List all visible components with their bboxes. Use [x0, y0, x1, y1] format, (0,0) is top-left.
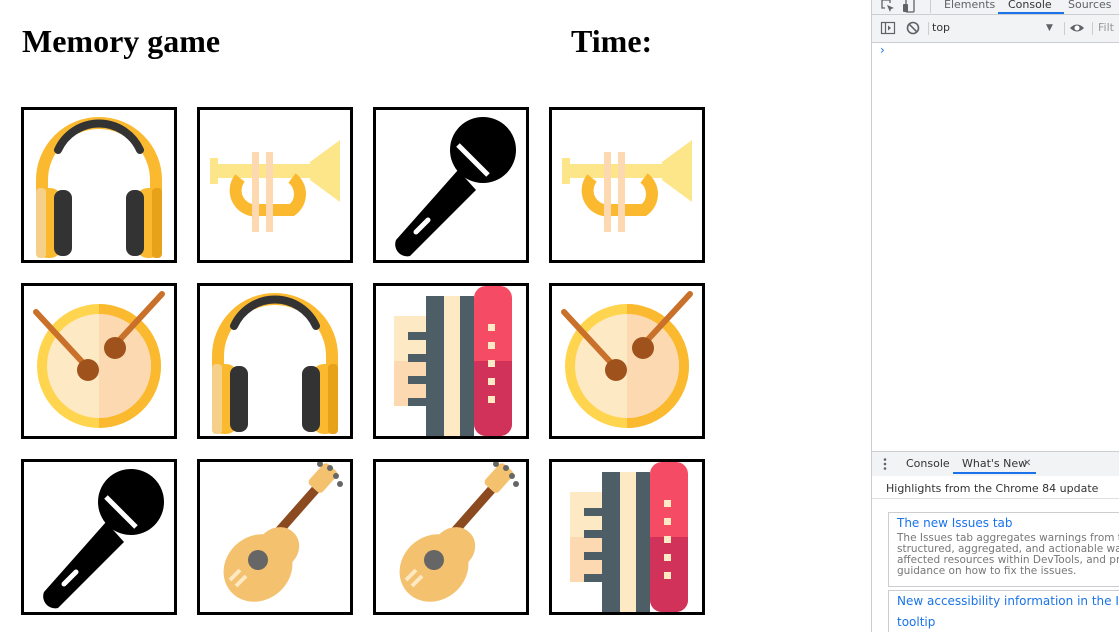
toolbar-divider	[1092, 22, 1093, 35]
guitar-icon	[223, 462, 343, 602]
clear-console-icon[interactable]	[905, 20, 921, 36]
more-options-icon[interactable]	[882, 457, 888, 471]
accordion-icon	[570, 462, 688, 612]
trumpet-icon	[210, 140, 340, 232]
toolbar-divider	[1064, 22, 1065, 35]
memory-card[interactable]	[549, 283, 705, 439]
whats-new-heading: Highlights from the Chrome 84 update	[886, 482, 1099, 495]
headphones-icon	[36, 117, 162, 258]
news-card-accessibility[interactable]: New accessibility information in the Ins…	[888, 590, 1119, 632]
devtools-tabbar: Elements Console Sources	[872, 0, 1119, 15]
microphone-icon	[395, 117, 516, 257]
news-title-continued[interactable]: tooltip	[897, 615, 935, 629]
context-selector-value: top	[932, 21, 951, 34]
drum-icon	[33, 291, 165, 428]
timer-label: Time:	[571, 23, 653, 59]
memory-card[interactable]	[549, 459, 705, 615]
news-description-line: guidance on how to fix the issues.	[897, 565, 1077, 577]
memory-card[interactable]	[197, 459, 353, 615]
drawer-tab-whats-new[interactable]: What's New	[962, 457, 1027, 471]
memory-card[interactable]	[373, 459, 529, 615]
guitar-icon	[399, 462, 519, 602]
inspect-element-icon[interactable]	[880, 0, 896, 14]
news-description: The Issues tab aggregates warnings from …	[897, 533, 1119, 577]
game-page: Memory game Time:	[0, 0, 871, 632]
console-prompt[interactable]: ›	[880, 43, 885, 57]
active-drawer-tab-indicator	[953, 472, 1036, 474]
close-icon[interactable]: ✕	[1023, 457, 1031, 471]
headphones-icon	[212, 293, 338, 434]
memory-card[interactable]	[197, 283, 353, 439]
tab-elements[interactable]: Elements	[944, 0, 995, 12]
memory-card[interactable]	[21, 107, 177, 263]
memory-card[interactable]	[197, 107, 353, 263]
accordion-icon	[394, 286, 512, 436]
memory-card[interactable]	[373, 283, 529, 439]
toolbar-divider	[930, 0, 931, 13]
tab-sources[interactable]: Sources	[1068, 0, 1112, 12]
device-toolbar-icon[interactable]	[902, 0, 918, 14]
tab-console[interactable]: Console	[1008, 0, 1052, 12]
drawer-divider	[872, 498, 1119, 499]
drawer-tabbar: Console What's New ✕	[872, 451, 1119, 477]
memory-card[interactable]	[21, 283, 177, 439]
eye-icon[interactable]	[1069, 20, 1085, 36]
devtools-panel: Elements Console Sources top ▼ Filt › Co…	[871, 0, 1119, 632]
trumpet-icon	[562, 140, 692, 232]
card-board	[21, 107, 705, 615]
news-title[interactable]: New accessibility information in the Ins…	[897, 594, 1119, 608]
toolbar-divider	[928, 22, 929, 35]
page-title: Memory game	[22, 23, 221, 59]
context-selector[interactable]: top ▼	[932, 19, 1060, 37]
memory-card[interactable]	[373, 107, 529, 263]
memory-card[interactable]	[21, 459, 177, 615]
show-sidebar-icon[interactable]	[880, 20, 896, 36]
microphone-icon	[43, 469, 164, 609]
console-toolbar: top ▼ Filt	[872, 15, 1119, 43]
memory-card[interactable]	[549, 107, 705, 263]
console-filter-input[interactable]: Filt	[1098, 19, 1119, 37]
whats-new-panel: Highlights from the Chrome 84 update The…	[872, 476, 1119, 632]
active-tab-indicator	[998, 12, 1064, 14]
news-title[interactable]: The new Issues tab	[897, 516, 1013, 530]
drawer-tab-console[interactable]: Console	[906, 457, 950, 471]
chevron-down-icon: ▼	[1046, 23, 1053, 33]
news-card-issues[interactable]: The new Issues tab The Issues tab aggreg…	[888, 512, 1119, 587]
drum-icon	[561, 291, 693, 428]
